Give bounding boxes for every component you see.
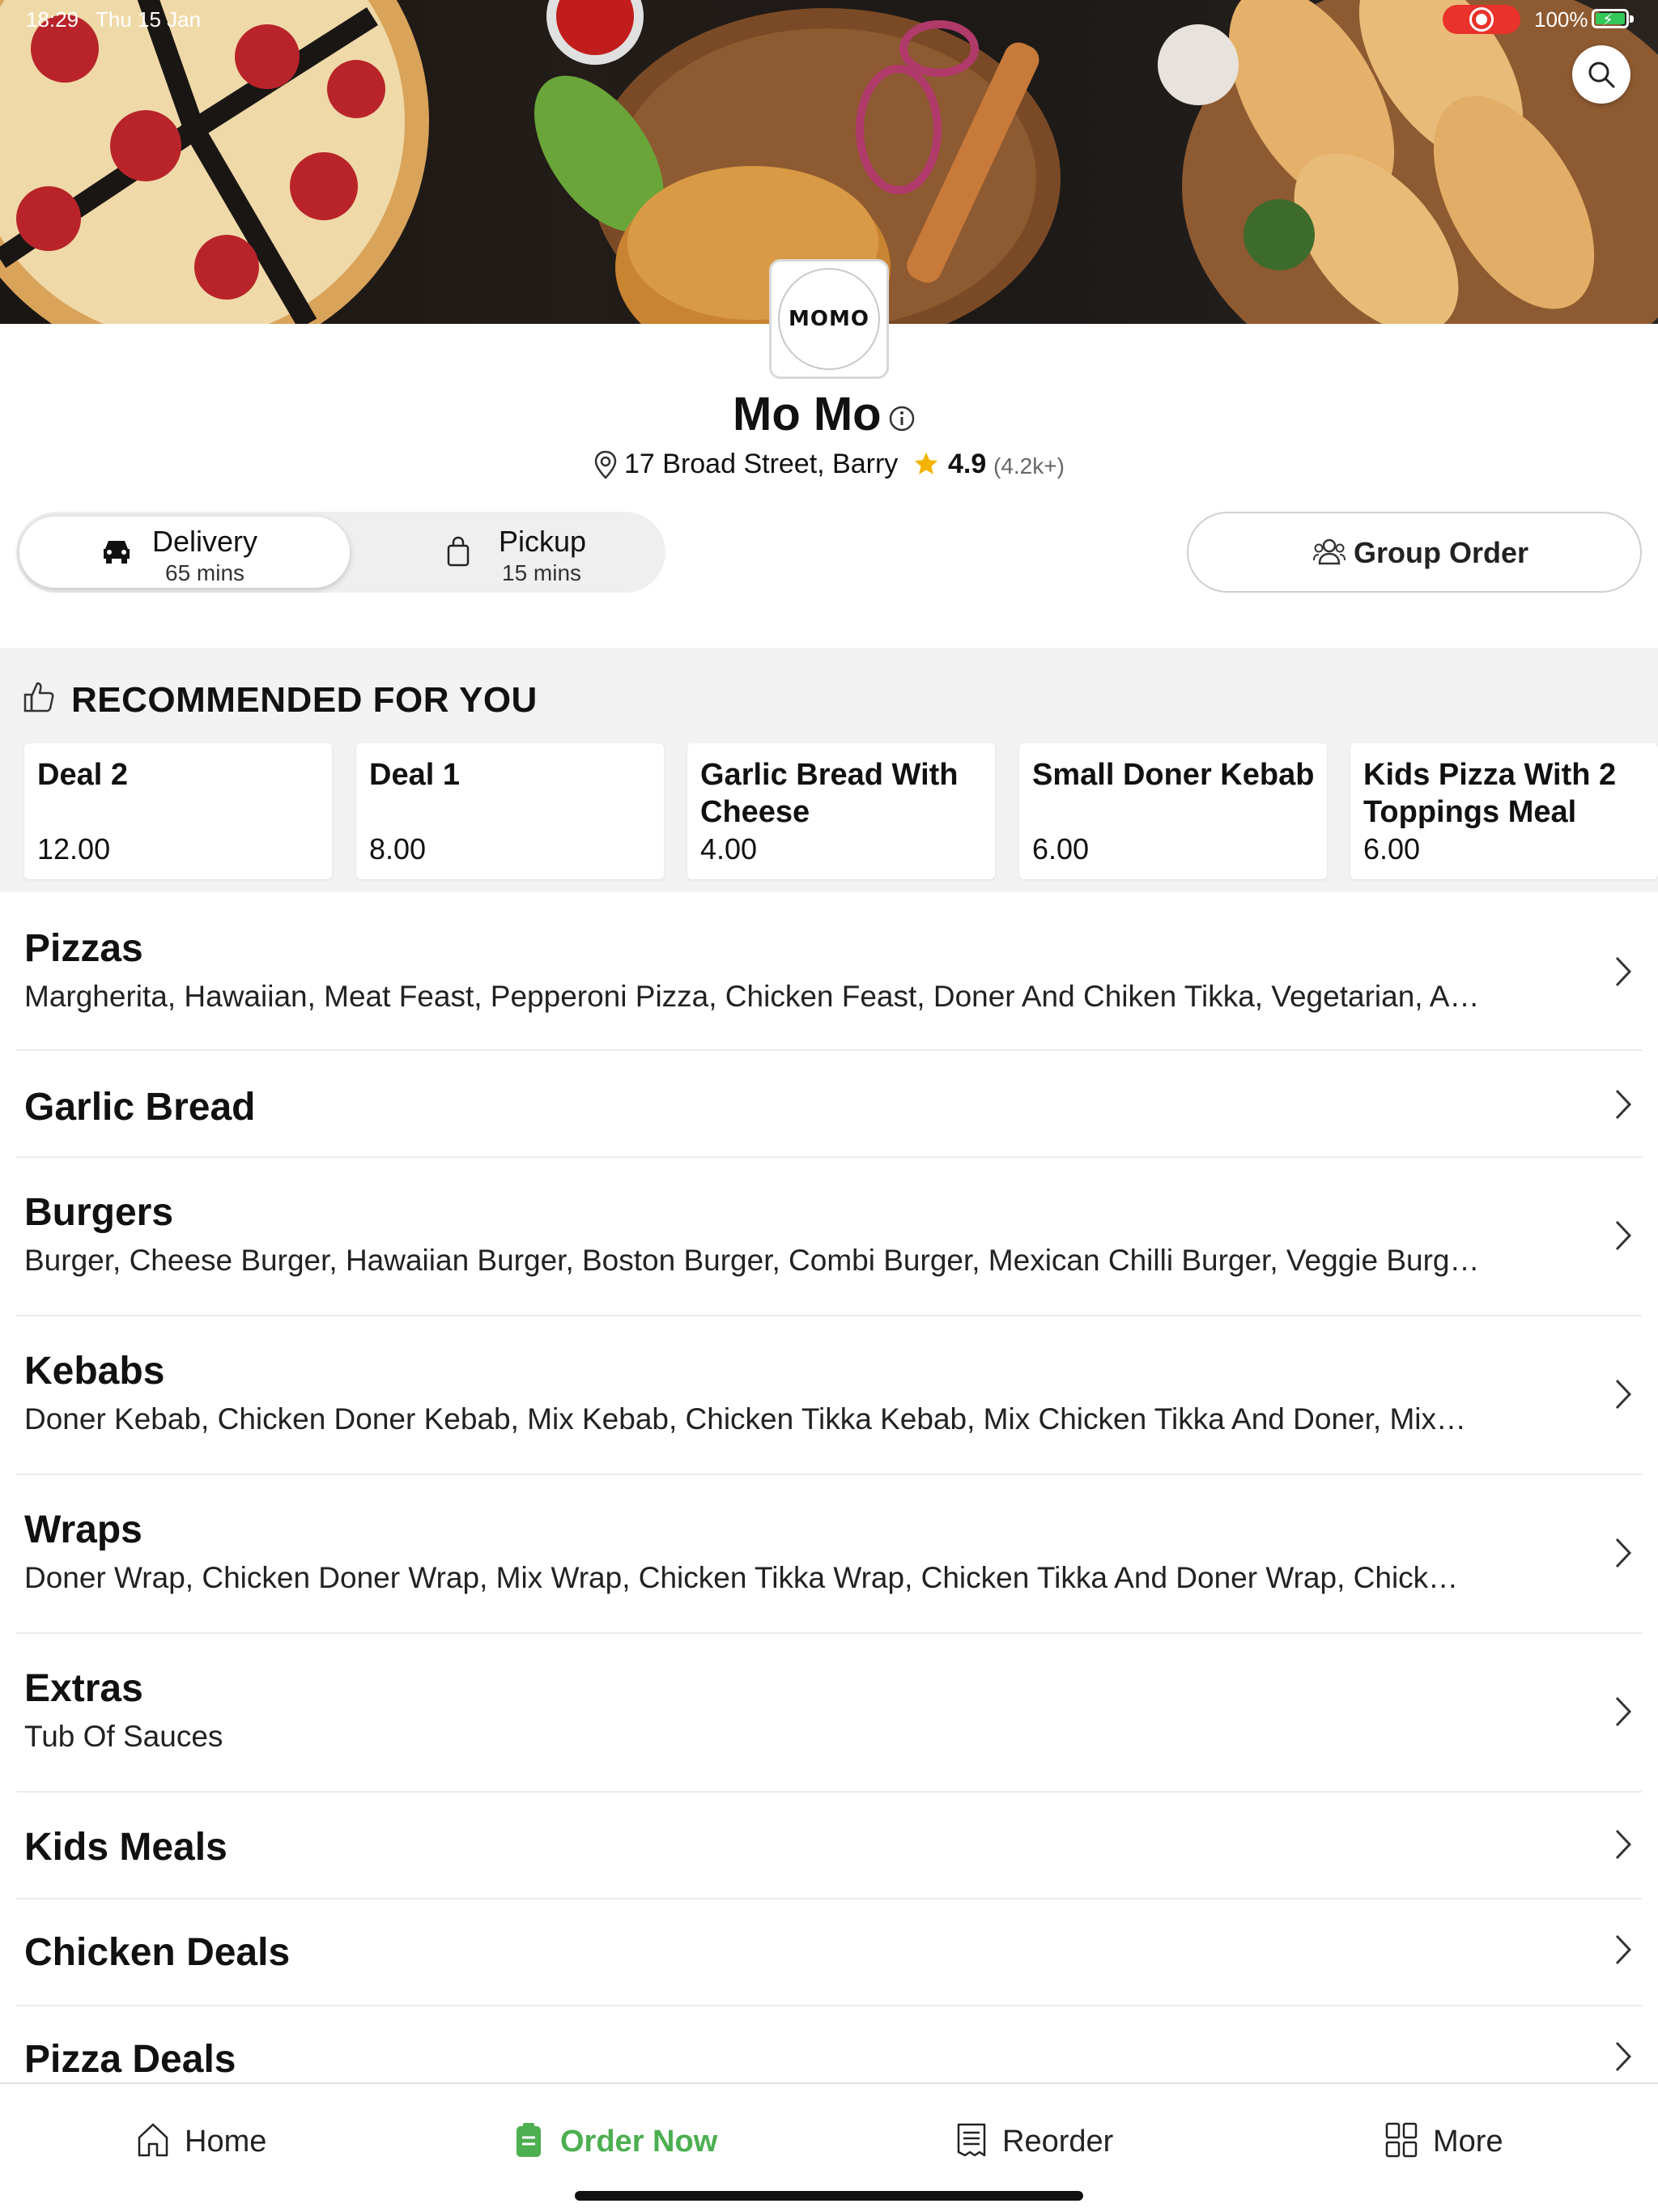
screen-recording-indicator [1443, 5, 1520, 34]
chevron-right-icon [1615, 1379, 1632, 1410]
pickup-label: Pickup [499, 525, 587, 558]
restaurant-name: Mo Mo [733, 388, 882, 440]
tab-reorder[interactable]: Reorder [955, 2118, 1150, 2167]
category-title: Garlic Bread [24, 1086, 256, 1129]
status-bar: 18:29 Thu 15 Jan 100% ⚡ [0, 0, 1658, 39]
home-icon [138, 2123, 168, 2157]
recommended-item-name: Garlic Bread With Cheese [700, 758, 959, 829]
logo-text: MOMO [789, 307, 869, 331]
restaurant-name-wrap: Mo Mo [733, 387, 882, 444]
chevron-right-icon [1615, 2041, 1632, 2072]
recommended-item-card[interactable]: Garlic Bread With Cheese 4.00 [687, 743, 995, 879]
category-row[interactable]: Chicken Deals [16, 1899, 1642, 2006]
grid-icon [1385, 2122, 1418, 2158]
tab-more-label: More [1433, 2125, 1503, 2159]
category-row[interactable]: Extras Tub Of Sauces [16, 1634, 1642, 1793]
group-order-button[interactable]: Group Order [1187, 512, 1642, 593]
thumbs-up-icon [23, 682, 54, 713]
category-items: Burger, Cheese Burger, Hawaiian Burger, … [24, 1244, 1480, 1277]
delivery-option[interactable]: Delivery 65 mins [19, 517, 350, 588]
chevron-right-icon [1615, 1538, 1632, 1568]
home-indicator[interactable] [575, 2191, 1083, 2201]
category-row[interactable]: Kebabs Doner Kebab, Chicken Doner Kebab,… [16, 1317, 1642, 1475]
tab-home-label: Home [185, 2125, 267, 2159]
info-icon[interactable] [888, 405, 916, 432]
rating-value: 4.9 [948, 449, 987, 479]
category-title: Burgers [24, 1191, 174, 1234]
category-row[interactable]: Garlic Bread [16, 1051, 1642, 1158]
recommended-item-name: Deal 1 [369, 758, 460, 792]
recommended-item-card[interactable]: Deal 1 8.00 [356, 743, 664, 879]
recommended-section: RECOMMENDED FOR YOU Deal 2 12.00 Deal 1 … [0, 648, 1658, 892]
category-items: Doner Wrap, Chicken Doner Wrap, Mix Wrap… [24, 1561, 1459, 1594]
recommended-item-card[interactable]: Kids Pizza With 2 Toppings Meal 6.00 [1350, 743, 1658, 879]
recommended-item-name: Deal 2 [37, 758, 128, 792]
category-row[interactable]: Pizzas Margherita, Hawaiian, Meat Feast,… [16, 892, 1642, 1051]
category-title: Pizzas [24, 927, 143, 970]
delivery-label: Delivery [152, 525, 258, 558]
search-icon [1588, 62, 1615, 88]
chevron-right-icon [1615, 1829, 1632, 1860]
tab-order-now[interactable]: Order Now [515, 2118, 725, 2167]
category-items: Margherita, Hawaiian, Meat Feast, Pepper… [24, 980, 1480, 1013]
recommended-item-price: 4.00 [700, 832, 758, 866]
receipt-icon [957, 2123, 986, 2157]
category-title: Chicken Deals [24, 1931, 291, 1974]
category-items: Tub Of Sauces [24, 1720, 223, 1753]
category-title: Kebabs [24, 1350, 165, 1393]
location-pin-icon [594, 450, 617, 479]
rating-count: (4.2k+) [993, 453, 1065, 479]
car-icon [104, 541, 130, 564]
category-row[interactable]: Wraps Doner Wrap, Chicken Doner Wrap, Mi… [16, 1475, 1642, 1634]
tab-home[interactable]: Home [136, 2118, 298, 2167]
battery-icon: ⚡ [1592, 9, 1634, 29]
status-date: Thu 15 Jan [96, 7, 202, 32]
tab-reorder-label: Reorder [1002, 2125, 1114, 2159]
chevron-right-icon [1615, 1696, 1632, 1727]
category-items: Doner Kebab, Chicken Doner Kebab, Mix Ke… [24, 1402, 1466, 1436]
category-title: Wraps [24, 1508, 142, 1551]
tab-order-now-label: Order Now [560, 2125, 718, 2159]
category-title: Kids Meals [24, 1826, 227, 1869]
group-order-label: Group Order [1354, 536, 1529, 569]
category-row[interactable]: Kids Meals [16, 1793, 1642, 1899]
category-row[interactable]: Burgers Burger, Cheese Burger, Hawaiian … [16, 1158, 1642, 1317]
status-time: 18:29 [26, 7, 79, 32]
category-title: Pizza Deals [24, 2038, 236, 2081]
tab-more[interactable]: More [1384, 2118, 1546, 2167]
recommended-item-card[interactable]: Deal 2 12.00 [24, 743, 332, 879]
recommended-item-name: Small Doner Kebab [1032, 758, 1315, 792]
fulfilment-toggle: Delivery 65 mins Pickup 15 mins [16, 512, 665, 593]
recommended-item-price: 6.00 [1032, 832, 1090, 866]
recommended-title: RECOMMENDED FOR YOU [71, 680, 538, 720]
shopping-bag-icon [447, 536, 470, 567]
restaurant-address: 17 Broad Street, Barry [624, 449, 899, 479]
pickup-time: 15 mins [502, 560, 582, 585]
category-title: Extras [24, 1667, 143, 1710]
order-icon [517, 2123, 541, 2157]
chevron-right-icon [1615, 1220, 1632, 1251]
group-icon [1313, 538, 1346, 565]
pickup-option[interactable]: Pickup 15 mins [356, 517, 687, 588]
battery-percentage: 100% [1534, 7, 1588, 32]
recommended-item-price: 8.00 [369, 832, 427, 866]
star-icon [914, 452, 938, 474]
chevron-right-icon [1615, 956, 1632, 987]
delivery-time: 65 mins [165, 560, 245, 585]
recommended-item-name: Kids Pizza With 2 Toppings Meal [1363, 758, 1617, 829]
restaurant-logo: MOMO [769, 259, 889, 379]
search-button[interactable] [1572, 45, 1630, 104]
recommended-item-card[interactable]: Small Doner Kebab 6.00 [1019, 743, 1327, 879]
recommended-item-price: 6.00 [1363, 832, 1421, 866]
chevron-right-icon [1615, 1934, 1632, 1965]
chevron-right-icon [1615, 1089, 1632, 1120]
recommended-item-price: 12.00 [37, 832, 111, 866]
category-row[interactable]: Pizza Deals [16, 2006, 1642, 2082]
